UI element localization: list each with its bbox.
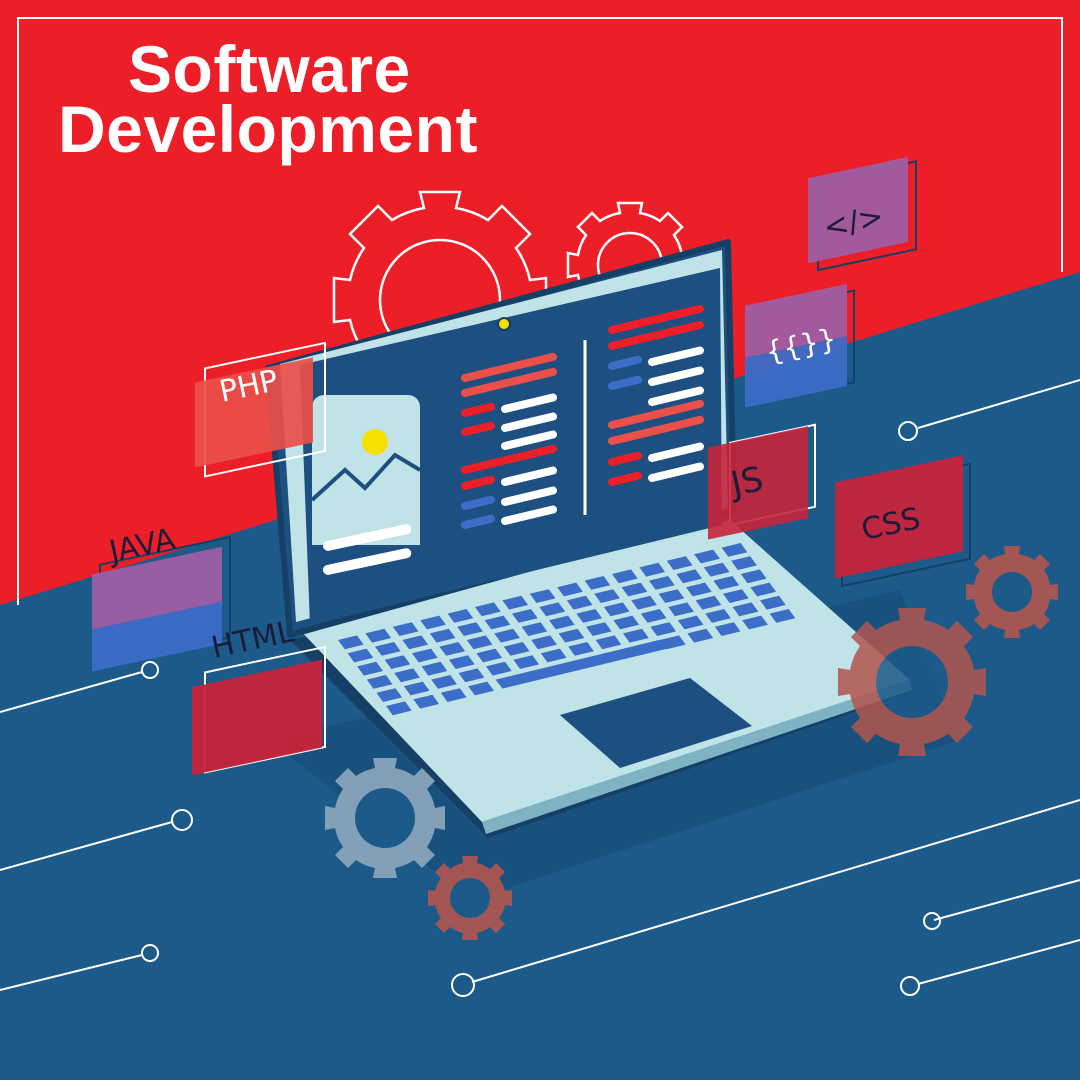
- webcam-icon: [497, 317, 511, 331]
- gear-red-small-icon: [966, 546, 1058, 638]
- title-line-2: Development: [58, 92, 478, 166]
- gear-gray-icon: [325, 758, 445, 878]
- software-development-illustration: PHP JAVA HTML JS CSS </> {{}} Software D…: [0, 0, 1080, 1080]
- gear-red-large-icon: [838, 608, 986, 756]
- gear-red-bottom-icon: [428, 856, 512, 940]
